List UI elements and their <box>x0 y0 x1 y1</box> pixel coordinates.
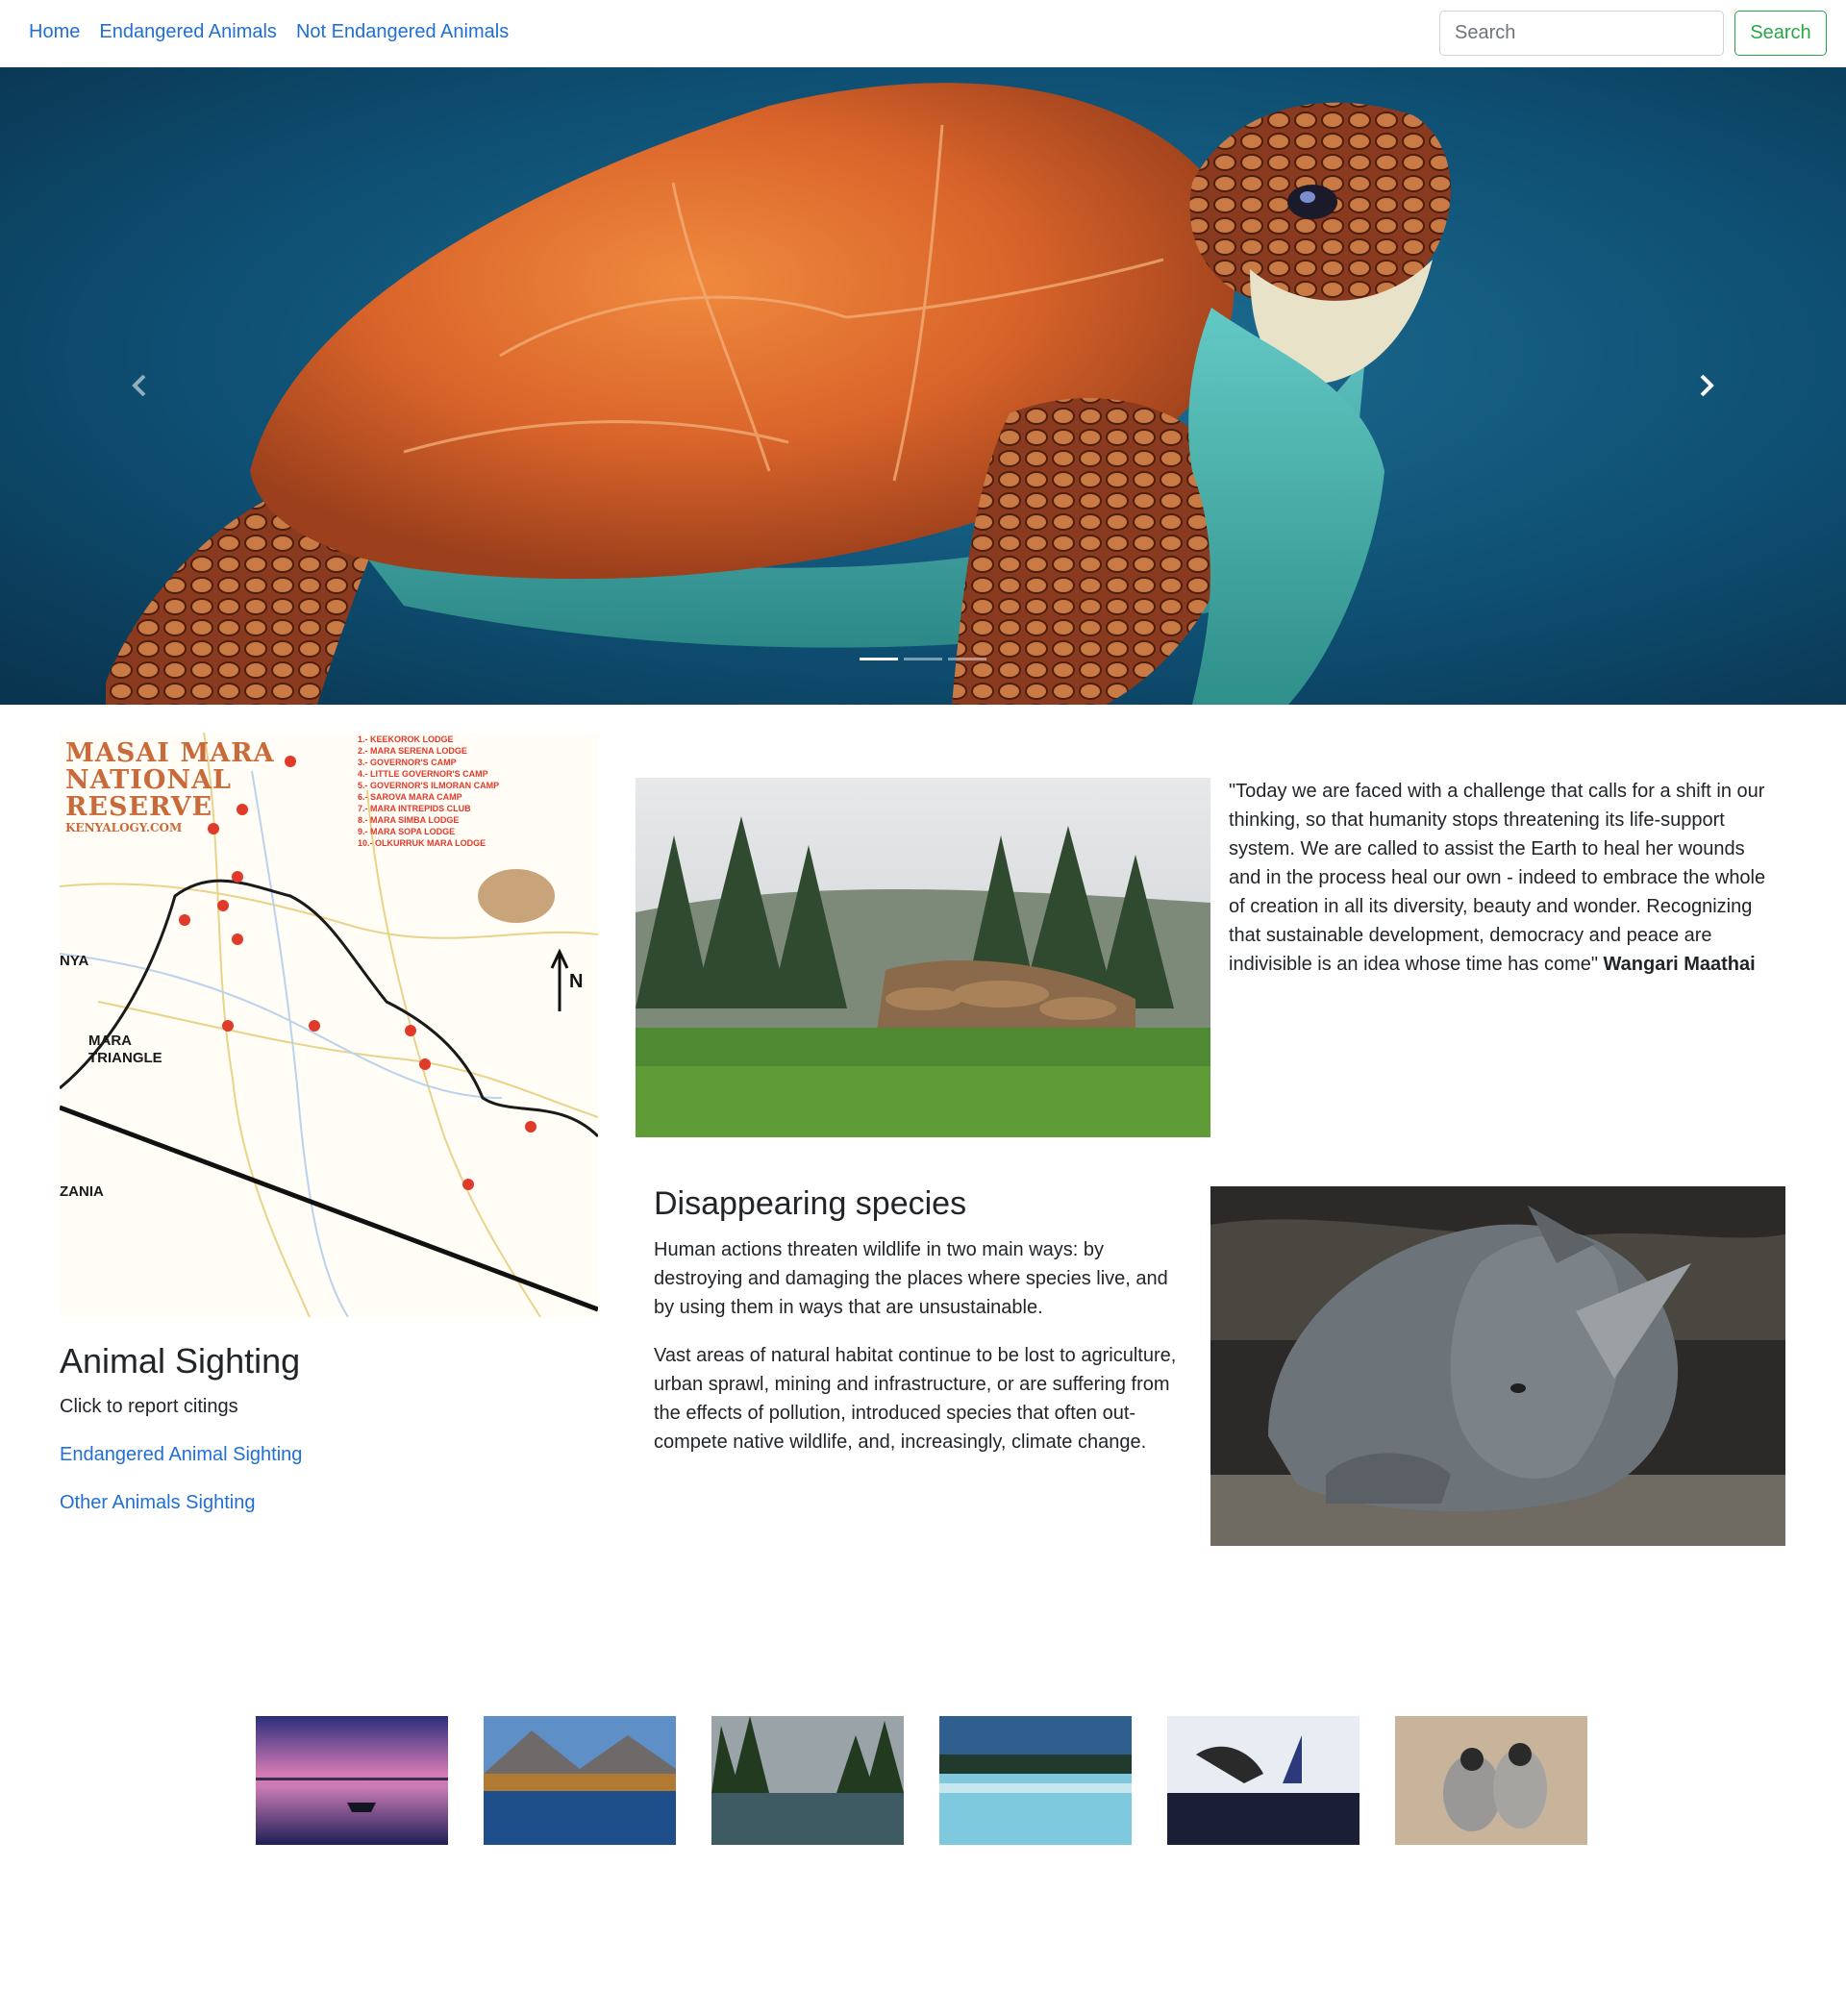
animal-sighting-title: Animal Sighting <box>60 1341 301 1381</box>
chevron-right-icon <box>1700 374 1714 397</box>
rhino-image <box>1210 1186 1785 1546</box>
chevron-left-icon <box>132 374 146 397</box>
svg-text:N: N <box>569 971 583 992</box>
sea-turtle-image <box>0 67 1846 705</box>
endangered-animal-sighting-link[interactable]: Endangered Animal Sighting <box>60 1444 302 1466</box>
species-paragraph: Human actions threaten wildlife in two m… <box>654 1239 1168 1318</box>
svg-text:6.- SAROVA MARA CAMP: 6.- SAROVA MARA CAMP <box>358 792 462 802</box>
carousel-next-button[interactable] <box>1659 352 1755 419</box>
quote-text: "Today we are faced with a challenge tha… <box>1229 781 1766 975</box>
svg-text:5.- GOVERNOR'S ILMORAN CAMP: 5.- GOVERNOR'S ILMORAN CAMP <box>358 781 499 790</box>
svg-text:9.- MARA SOPA LODGE: 9.- MARA SOPA LODGE <box>358 827 455 836</box>
nav-endangered-animals-link[interactable]: Endangered Animals <box>99 21 277 43</box>
svg-text:TRIANGLE: TRIANGLE <box>88 1050 162 1066</box>
thumbnail-monkeys[interactable] <box>1395 1716 1587 1845</box>
masai-mara-map: 1.- KEEKOROK LODGE 2.- MARA SERENA LODGE… <box>60 733 598 1317</box>
carousel-prev-button[interactable] <box>91 352 187 419</box>
carousel-indicators <box>860 658 986 660</box>
top-navbar: Home Endangered Animals Not Endangered A… <box>0 0 1846 67</box>
search-input[interactable] <box>1439 11 1724 56</box>
svg-text:NYA: NYA <box>60 953 88 969</box>
svg-text:2.- MARA SERENA LODGE: 2.- MARA SERENA LODGE <box>358 746 467 756</box>
thumbnail-winter-bird[interactable] <box>1167 1716 1360 1845</box>
thumbnail-misty-lake[interactable] <box>939 1716 1132 1845</box>
animal-sighting-text: Click to report citings <box>60 1396 238 1417</box>
wangari-maathai-quote: "Today we are faced with a challenge tha… <box>1229 777 1777 979</box>
map-subtitle: KENYALOGY.COM <box>65 821 183 834</box>
other-animals-sighting-link[interactable]: Other Animals Sighting <box>60 1492 255 1514</box>
search-button[interactable]: Search <box>1734 11 1827 56</box>
species-paragraph: Vast areas of natural habitat continue t… <box>654 1345 1177 1453</box>
forest-logging-image <box>636 778 1210 1137</box>
carousel-indicator[interactable] <box>948 658 986 660</box>
carousel-indicator[interactable] <box>904 658 942 660</box>
nav-home-link[interactable]: Home <box>29 21 80 43</box>
svg-text:1.- KEEKOROK LODGE: 1.- KEEKOROK LODGE <box>358 734 454 744</box>
svg-text:10.- OLKURRUK MARA LODGE: 10.- OLKURRUK MARA LODGE <box>358 838 486 848</box>
svg-text:MARA: MARA <box>88 1033 132 1049</box>
carousel-indicator[interactable] <box>860 658 898 660</box>
quote-author: Wangari Maathai <box>1603 954 1756 975</box>
nav-not-endangered-animals-link[interactable]: Not Endangered Animals <box>296 21 509 43</box>
disappearing-species-title: Disappearing species <box>654 1185 967 1222</box>
thumbnail-mountain-lake[interactable] <box>484 1716 676 1845</box>
svg-text:ZANIA: ZANIA <box>60 1183 104 1200</box>
map-title: MASAI MARA NATIONAL RESERVE <box>65 738 275 822</box>
thumbnail-gallery <box>256 1716 1587 1845</box>
thumbnail-sunset-boat[interactable] <box>256 1716 448 1845</box>
thumbnail-forest-lake[interactable] <box>711 1716 904 1845</box>
svg-text:3.- GOVERNOR'S CAMP: 3.- GOVERNOR'S CAMP <box>358 758 457 767</box>
svg-text:4.- LITTLE GOVERNOR'S CAMP: 4.- LITTLE GOVERNOR'S CAMP <box>358 769 488 779</box>
hero-carousel <box>0 67 1846 705</box>
svg-text:8.- MARA SIMBA LODGE: 8.- MARA SIMBA LODGE <box>358 815 459 825</box>
svg-text:7.- MARA INTREPIDS CLUB: 7.- MARA INTREPIDS CLUB <box>358 804 471 813</box>
nav-links: Home Endangered Animals Not Endangered A… <box>29 21 509 43</box>
